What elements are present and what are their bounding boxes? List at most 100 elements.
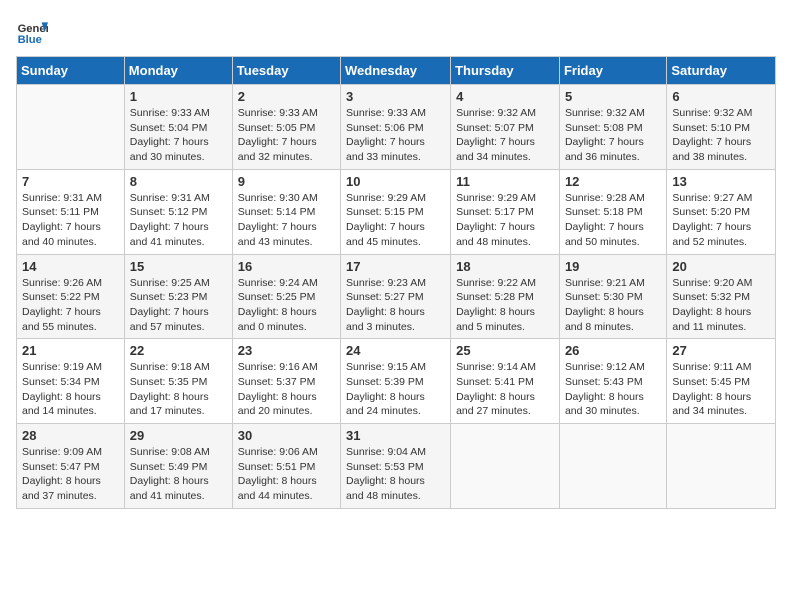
calendar-day-cell: 9Sunrise: 9:30 AMSunset: 5:14 PMDaylight… [232,169,340,254]
header-row: SundayMondayTuesdayWednesdayThursdayFrid… [17,57,776,85]
day-number: 15 [130,259,227,274]
calendar-day-cell: 6 Sunrise: 9:32 AMSunset: 5:10 PMDaylight… [667,85,776,170]
calendar-day-cell [559,424,666,509]
calendar-day-cell: 18 Sunrise: 9:22 AMSunset: 5:28 PMDayligh… [451,254,560,339]
day-info: Sunrise: 9:28 AMSunset: 5:18 PMDaylight:… [565,191,661,250]
day-info: Sunrise: 9:27 AMSunset: 5:20 PMDaylight:… [672,191,770,250]
day-info: Sunrise: 9:29 AMSunset: 5:15 PMDaylight:… [346,191,445,250]
calendar-day-cell: 31 Sunrise: 9:04 AMSunset: 5:53 PMDayligh… [341,424,451,509]
calendar-day-cell: 4 Sunrise: 9:32 AMSunset: 5:07 PMDaylight… [451,85,560,170]
calendar-day-cell: 7 Sunrise: 9:31 AMSunset: 5:11 PMDaylight… [17,169,125,254]
day-number: 17 [346,259,445,274]
calendar-day-cell: 1 Sunrise: 9:33 AMSunset: 5:04 PMDaylight… [124,85,232,170]
day-number: 8 [130,174,227,189]
calendar-day-cell: 26 Sunrise: 9:12 AMSunset: 5:43 PMDayligh… [559,339,666,424]
day-number: 6 [672,89,770,104]
day-info: Sunrise: 9:33 AMSunset: 5:05 PMDaylight:… [238,106,335,165]
calendar-day-cell: 28 Sunrise: 9:09 AMSunset: 5:47 PMDayligh… [17,424,125,509]
day-number: 2 [238,89,335,104]
day-number: 3 [346,89,445,104]
day-number: 7 [22,174,119,189]
day-number: 1 [130,89,227,104]
calendar-day-cell: 8Sunrise: 9:31 AMSunset: 5:12 PMDaylight… [124,169,232,254]
day-number: 22 [130,343,227,358]
calendar-week-row: 21Sunrise: 9:19 AMSunset: 5:34 PMDayligh… [17,339,776,424]
day-info: Sunrise: 9:15 AMSunset: 5:39 PMDaylight:… [346,360,445,419]
calendar-table: SundayMondayTuesdayWednesdayThursdayFrid… [16,56,776,509]
calendar-day-cell: 19 Sunrise: 9:21 AMSunset: 5:30 PMDayligh… [559,254,666,339]
svg-text:Blue: Blue [18,34,42,46]
calendar-day-cell: 13 Sunrise: 9:27 AMSunset: 5:20 PMDayligh… [667,169,776,254]
day-info: Sunrise: 9:21 AMSunset: 5:30 PMDaylight:… [565,276,661,335]
calendar-week-row: 14 Sunrise: 9:26 AMSunset: 5:22 PMDayligh… [17,254,776,339]
calendar-day-cell: 16 Sunrise: 9:24 AMSunset: 5:25 PMDayligh… [232,254,340,339]
day-number: 12 [565,174,661,189]
day-info: Sunrise: 9:20 AMSunset: 5:32 PMDaylight:… [672,276,770,335]
calendar-week-row: 7 Sunrise: 9:31 AMSunset: 5:11 PMDaylight… [17,169,776,254]
calendar-day-cell: 2 Sunrise: 9:33 AMSunset: 5:05 PMDaylight… [232,85,340,170]
day-info: Sunrise: 9:04 AMSunset: 5:53 PMDaylight:… [346,445,445,504]
day-of-week-header: Wednesday [341,57,451,85]
day-number: 31 [346,428,445,443]
day-info: Sunrise: 9:31 AMSunset: 5:11 PMDaylight:… [22,191,119,250]
calendar-day-cell: 11Sunrise: 9:29 AMSunset: 5:17 PMDayligh… [451,169,560,254]
day-number: 28 [22,428,119,443]
day-info: Sunrise: 9:25 AMSunset: 5:23 PMDaylight:… [130,276,227,335]
day-info: Sunrise: 9:09 AMSunset: 5:47 PMDaylight:… [22,445,119,504]
day-number: 21 [22,343,119,358]
day-number: 20 [672,259,770,274]
day-number: 29 [130,428,227,443]
calendar-day-cell [17,85,125,170]
day-info: Sunrise: 9:14 AMSunset: 5:41 PMDaylight:… [456,360,554,419]
day-info: Sunrise: 9:32 AMSunset: 5:10 PMDaylight:… [672,106,770,165]
day-number: 24 [346,343,445,358]
calendar-day-cell [451,424,560,509]
day-info: Sunrise: 9:12 AMSunset: 5:43 PMDaylight:… [565,360,661,419]
day-info: Sunrise: 9:11 AMSunset: 5:45 PMDaylight:… [672,360,770,419]
calendar-day-cell: 21Sunrise: 9:19 AMSunset: 5:34 PMDayligh… [17,339,125,424]
day-number: 14 [22,259,119,274]
day-of-week-header: Saturday [667,57,776,85]
calendar-day-cell: 5Sunrise: 9:32 AMSunset: 5:08 PMDaylight… [559,85,666,170]
day-number: 25 [456,343,554,358]
day-info: Sunrise: 9:32 AMSunset: 5:07 PMDaylight:… [456,106,554,165]
day-of-week-header: Tuesday [232,57,340,85]
calendar-day-cell: 3 Sunrise: 9:33 AMSunset: 5:06 PMDaylight… [341,85,451,170]
day-number: 27 [672,343,770,358]
calendar-day-cell: 25 Sunrise: 9:14 AMSunset: 5:41 PMDayligh… [451,339,560,424]
calendar-day-cell: 30Sunrise: 9:06 AMSunset: 5:51 PMDayligh… [232,424,340,509]
day-number: 18 [456,259,554,274]
calendar-day-cell: 24 Sunrise: 9:15 AMSunset: 5:39 PMDayligh… [341,339,451,424]
day-info: Sunrise: 9:16 AMSunset: 5:37 PMDaylight:… [238,360,335,419]
calendar-header: SundayMondayTuesdayWednesdayThursdayFrid… [17,57,776,85]
day-info: Sunrise: 9:33 AMSunset: 5:06 PMDaylight:… [346,106,445,165]
day-number: 23 [238,343,335,358]
page-header: General Blue [16,16,776,48]
day-number: 30 [238,428,335,443]
calendar-day-cell: 14 Sunrise: 9:26 AMSunset: 5:22 PMDayligh… [17,254,125,339]
day-number: 19 [565,259,661,274]
day-info: Sunrise: 9:33 AMSunset: 5:04 PMDaylight:… [130,106,227,165]
calendar-day-cell: 17 Sunrise: 9:23 AMSunset: 5:27 PMDayligh… [341,254,451,339]
day-number: 11 [456,174,554,189]
logo-icon: General Blue [16,16,48,48]
day-of-week-header: Friday [559,57,666,85]
day-number: 26 [565,343,661,358]
calendar-day-cell [667,424,776,509]
day-number: 5 [565,89,661,104]
logo: General Blue [16,16,48,48]
day-number: 13 [672,174,770,189]
day-number: 16 [238,259,335,274]
day-info: Sunrise: 9:26 AMSunset: 5:22 PMDaylight:… [22,276,119,335]
calendar-day-cell: 22Sunrise: 9:18 AMSunset: 5:35 PMDayligh… [124,339,232,424]
day-of-week-header: Thursday [451,57,560,85]
calendar-body: 1 Sunrise: 9:33 AMSunset: 5:04 PMDaylight… [17,85,776,509]
day-info: Sunrise: 9:24 AMSunset: 5:25 PMDaylight:… [238,276,335,335]
day-info: Sunrise: 9:08 AMSunset: 5:49 PMDaylight:… [130,445,227,504]
day-info: Sunrise: 9:22 AMSunset: 5:28 PMDaylight:… [456,276,554,335]
day-info: Sunrise: 9:23 AMSunset: 5:27 PMDaylight:… [346,276,445,335]
day-number: 4 [456,89,554,104]
calendar-day-cell: 23 Sunrise: 9:16 AMSunset: 5:37 PMDayligh… [232,339,340,424]
day-of-week-header: Sunday [17,57,125,85]
day-of-week-header: Monday [124,57,232,85]
